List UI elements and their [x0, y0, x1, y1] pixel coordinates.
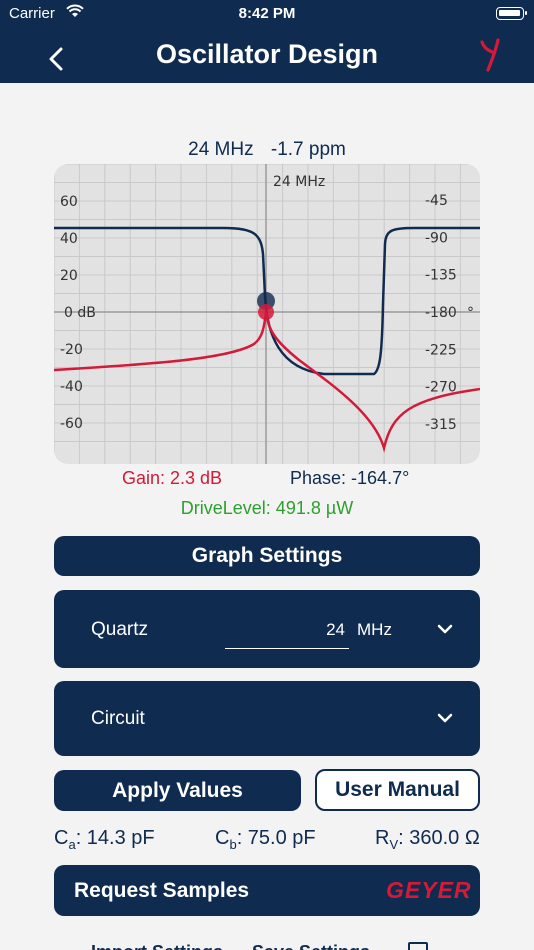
right-unit-label: ° [467, 305, 474, 321]
quartz-row[interactable]: Quartz 24 MHz [54, 590, 480, 668]
right-tick-label: -90 [425, 230, 448, 246]
nav-bar: Oscillator Design [0, 28, 534, 83]
page-title: Oscillator Design [155, 39, 379, 69]
phase-readout: Phase: -164.7° [290, 468, 410, 488]
right-tick-label: -180 [425, 305, 457, 321]
import-settings-button[interactable]: Import Settings [91, 942, 223, 950]
left-tick-label: -60 [60, 416, 83, 432]
right-tick-label: -45 [425, 193, 448, 209]
chevron-down-icon[interactable] [437, 713, 453, 723]
gain-marker-dot [258, 304, 274, 320]
request-samples-button[interactable]: Request Samples GEYER [54, 865, 480, 916]
frequency-header: 24 MHz -1.7 ppm [0, 139, 534, 161]
user-manual-button[interactable]: User Manual [315, 769, 480, 811]
left-tick-label: 40 [60, 231, 78, 247]
readouts-row: Gain: 2.3 dB Phase: -164.7° [0, 468, 534, 490]
quartz-unit: MHz [357, 620, 392, 639]
graph-settings-button[interactable]: Graph Settings [54, 536, 480, 576]
rv-value: RV: 360.0 Ω [375, 827, 480, 852]
marker-label: 24 MHz [273, 174, 325, 190]
quartz-frequency-input[interactable]: 24 [225, 618, 349, 649]
right-tick-label: -225 [425, 342, 457, 358]
left-tick-label: 60 [60, 194, 78, 210]
apply-values-button[interactable]: Apply Values [54, 770, 301, 811]
frequency-response-chart[interactable]: 24 MHz 60 40 20 -20 -40 -60 0 dB -45 -90 -135 -1… [54, 164, 480, 464]
print-icon[interactable] [408, 942, 428, 950]
geyer-logo: GEYER [386, 877, 472, 903]
circuit-label: Circuit [91, 708, 145, 729]
right-tick-label: -315 [425, 417, 457, 433]
left-tick-label: 20 [60, 268, 78, 284]
left-tick-label: -20 [60, 342, 83, 358]
quartz-label: Quartz [91, 619, 149, 640]
right-tick-label: -135 [425, 268, 457, 284]
gain-readout: Gain: 2.3 dB [122, 468, 223, 488]
left-zero-label: 0 [64, 305, 73, 321]
left-tick-label: -40 [60, 379, 83, 395]
chevron-down-icon[interactable] [437, 624, 453, 634]
circuit-row[interactable]: Circuit [54, 681, 480, 756]
request-samples-label: Request Samples [74, 879, 250, 902]
clock: 8:42 PM [238, 5, 296, 22]
status-bar: Carrier 8:42 PM [0, 0, 534, 28]
save-settings-button[interactable]: Save Settings [252, 942, 370, 950]
quartz-frequency-value: 24 [326, 620, 345, 639]
geyer-y-logo-icon [480, 38, 500, 72]
component-values: Ca: 14.3 pF Cb: 75.0 pF RV: 360.0 Ω [0, 827, 534, 853]
drive-level-readout: DriveLevel: 491.8 µW [180, 498, 354, 518]
left-axis-unit: 0 dB [64, 305, 96, 321]
battery-icon [496, 7, 527, 20]
gain-curve [54, 311, 480, 453]
ca-value: Ca: 14.3 pF [54, 827, 155, 852]
left-unit-label: dB [77, 305, 96, 321]
bottom-actions: Import Settings Save Settings [0, 936, 534, 950]
deviation-readout: -1.7 ppm [270, 139, 346, 160]
frequency-readout: 24 MHz [188, 139, 254, 160]
cb-value: Cb: 75.0 pF [215, 827, 316, 852]
